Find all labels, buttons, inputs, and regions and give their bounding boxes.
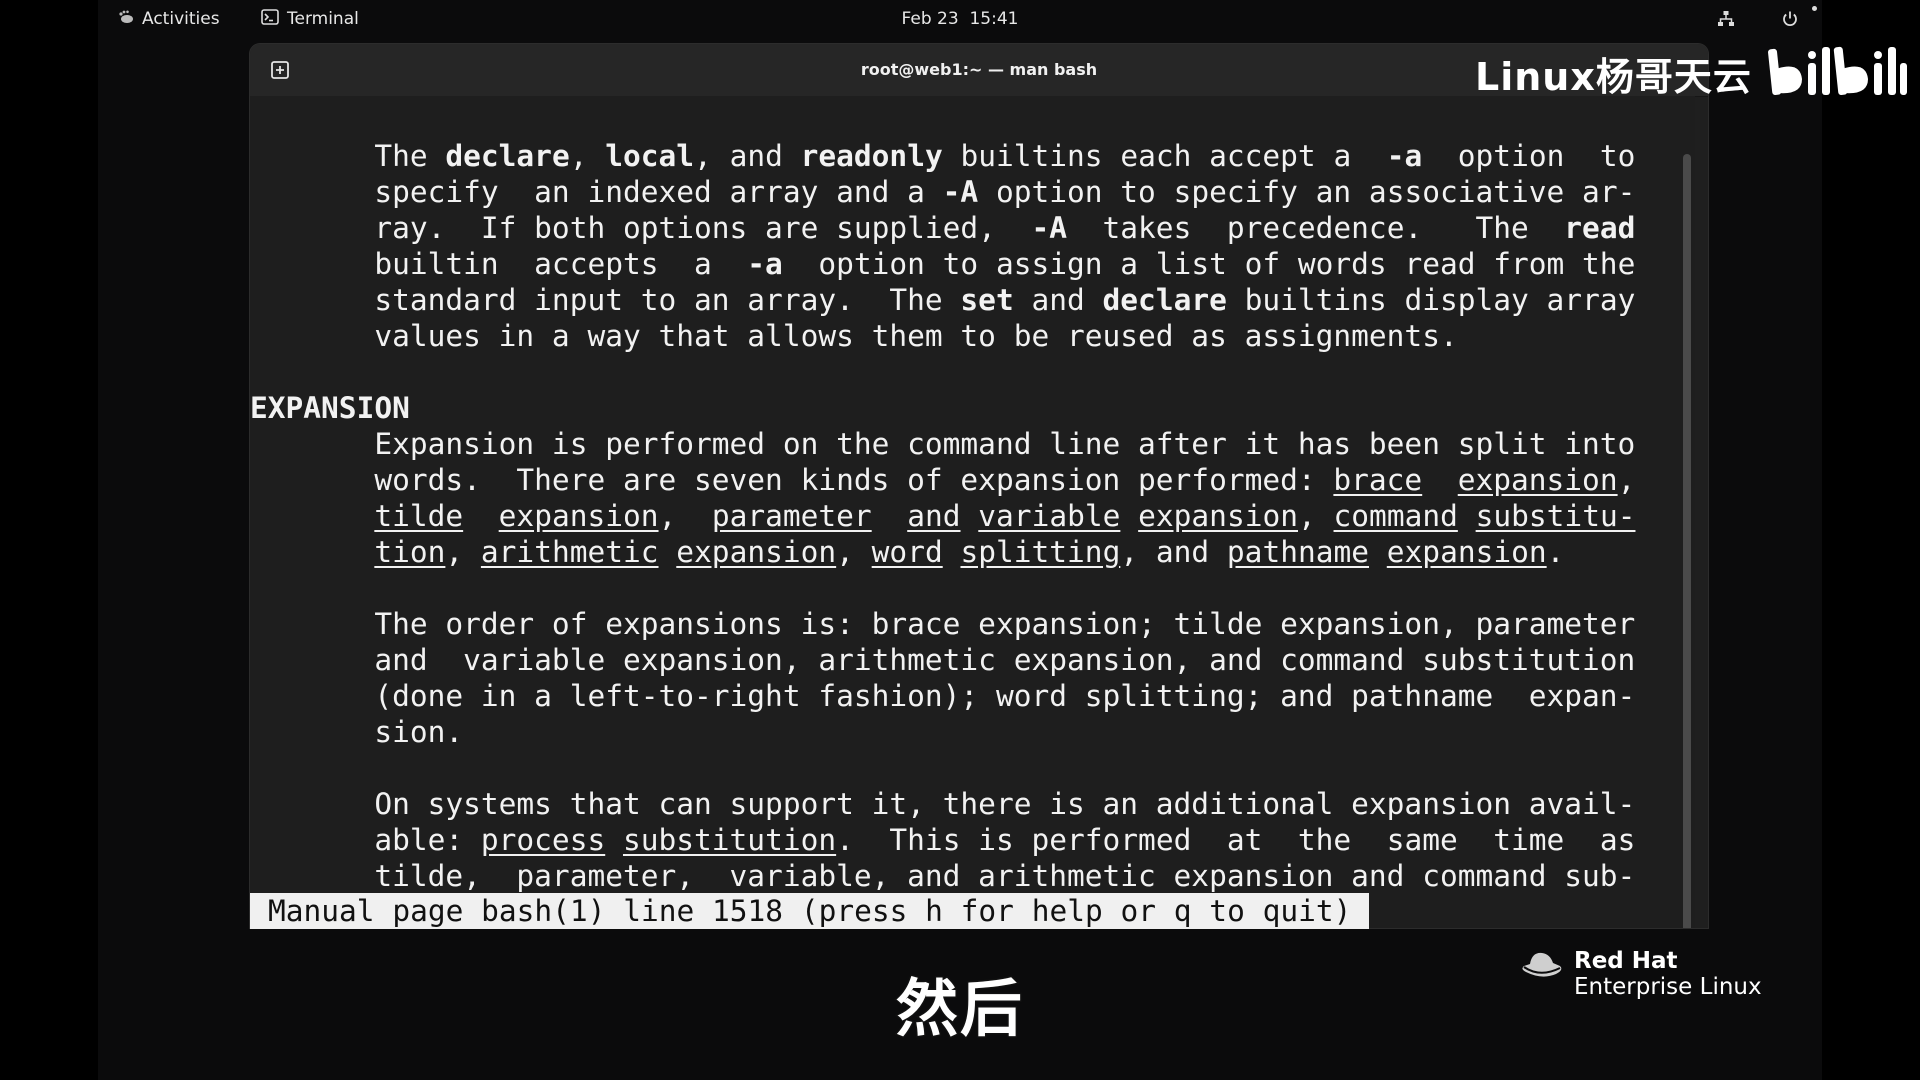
network-wired-icon[interactable]	[1717, 0, 1735, 38]
power-icon[interactable]	[1781, 0, 1799, 38]
less-status-bar: Manual page bash(1) line 1518 (press h f…	[250, 893, 1370, 929]
man-page-line: Expansion is performed on the command li…	[250, 427, 1636, 461]
man-page-line: and variable expansion, arithmetic expan…	[250, 643, 1636, 677]
man-page-line: standard input to an array. The set and …	[250, 283, 1636, 317]
man-page-line: The declare, local, and readonly builtin…	[250, 139, 1636, 173]
watermark: Linux杨哥天云	[1475, 38, 1908, 108]
man-page-line: words. There are seven kinds of expansio…	[250, 463, 1636, 497]
man-page-line: ray. If both options are supplied, -A ta…	[250, 211, 1636, 245]
status-dot	[1812, 6, 1817, 11]
clock[interactable]: Feb 23 15:41	[98, 0, 1822, 38]
watermark-text: Linux杨哥天云	[1475, 54, 1752, 99]
terminal-window: root@web1:~ — man bash The declare, loca…	[250, 44, 1708, 928]
man-page-line: tilde expansion, parameter and variable …	[374, 499, 1636, 533]
terminal-content[interactable]: The declare, local, and readonly builtin…	[250, 96, 1695, 928]
man-page-line: On systems that can support it, there is…	[250, 787, 1636, 821]
man-page-line: tilde, parameter, variable, and arithmet…	[250, 859, 1636, 893]
video-subtitle: 然后	[894, 971, 1024, 1047]
man-page-line: sion.	[250, 715, 464, 749]
scrollbar[interactable]	[1683, 154, 1691, 928]
man-page-line: EXPANSION	[250, 391, 410, 425]
top-bar: Activities Terminal Feb 23 15:41	[98, 0, 1822, 38]
man-page-line: values in a way that allows them to be r…	[250, 319, 1458, 353]
man-page-line: builtin accepts a -a option to assign a …	[250, 247, 1636, 281]
man-page-line: (done in a left-to-right fashion); word …	[250, 679, 1636, 713]
man-page-line: The order of expansions is: brace expans…	[250, 607, 1636, 641]
man-page-line: able: process substitution. This is perf…	[250, 823, 1636, 857]
clock-label: Feb 23 15:41	[901, 9, 1019, 29]
man-page-line: tion, arithmetic expansion, word splitti…	[374, 535, 1565, 569]
bilibili-logo	[1766, 41, 1908, 105]
man-page-line: specify an indexed array and a -A option…	[250, 175, 1636, 209]
